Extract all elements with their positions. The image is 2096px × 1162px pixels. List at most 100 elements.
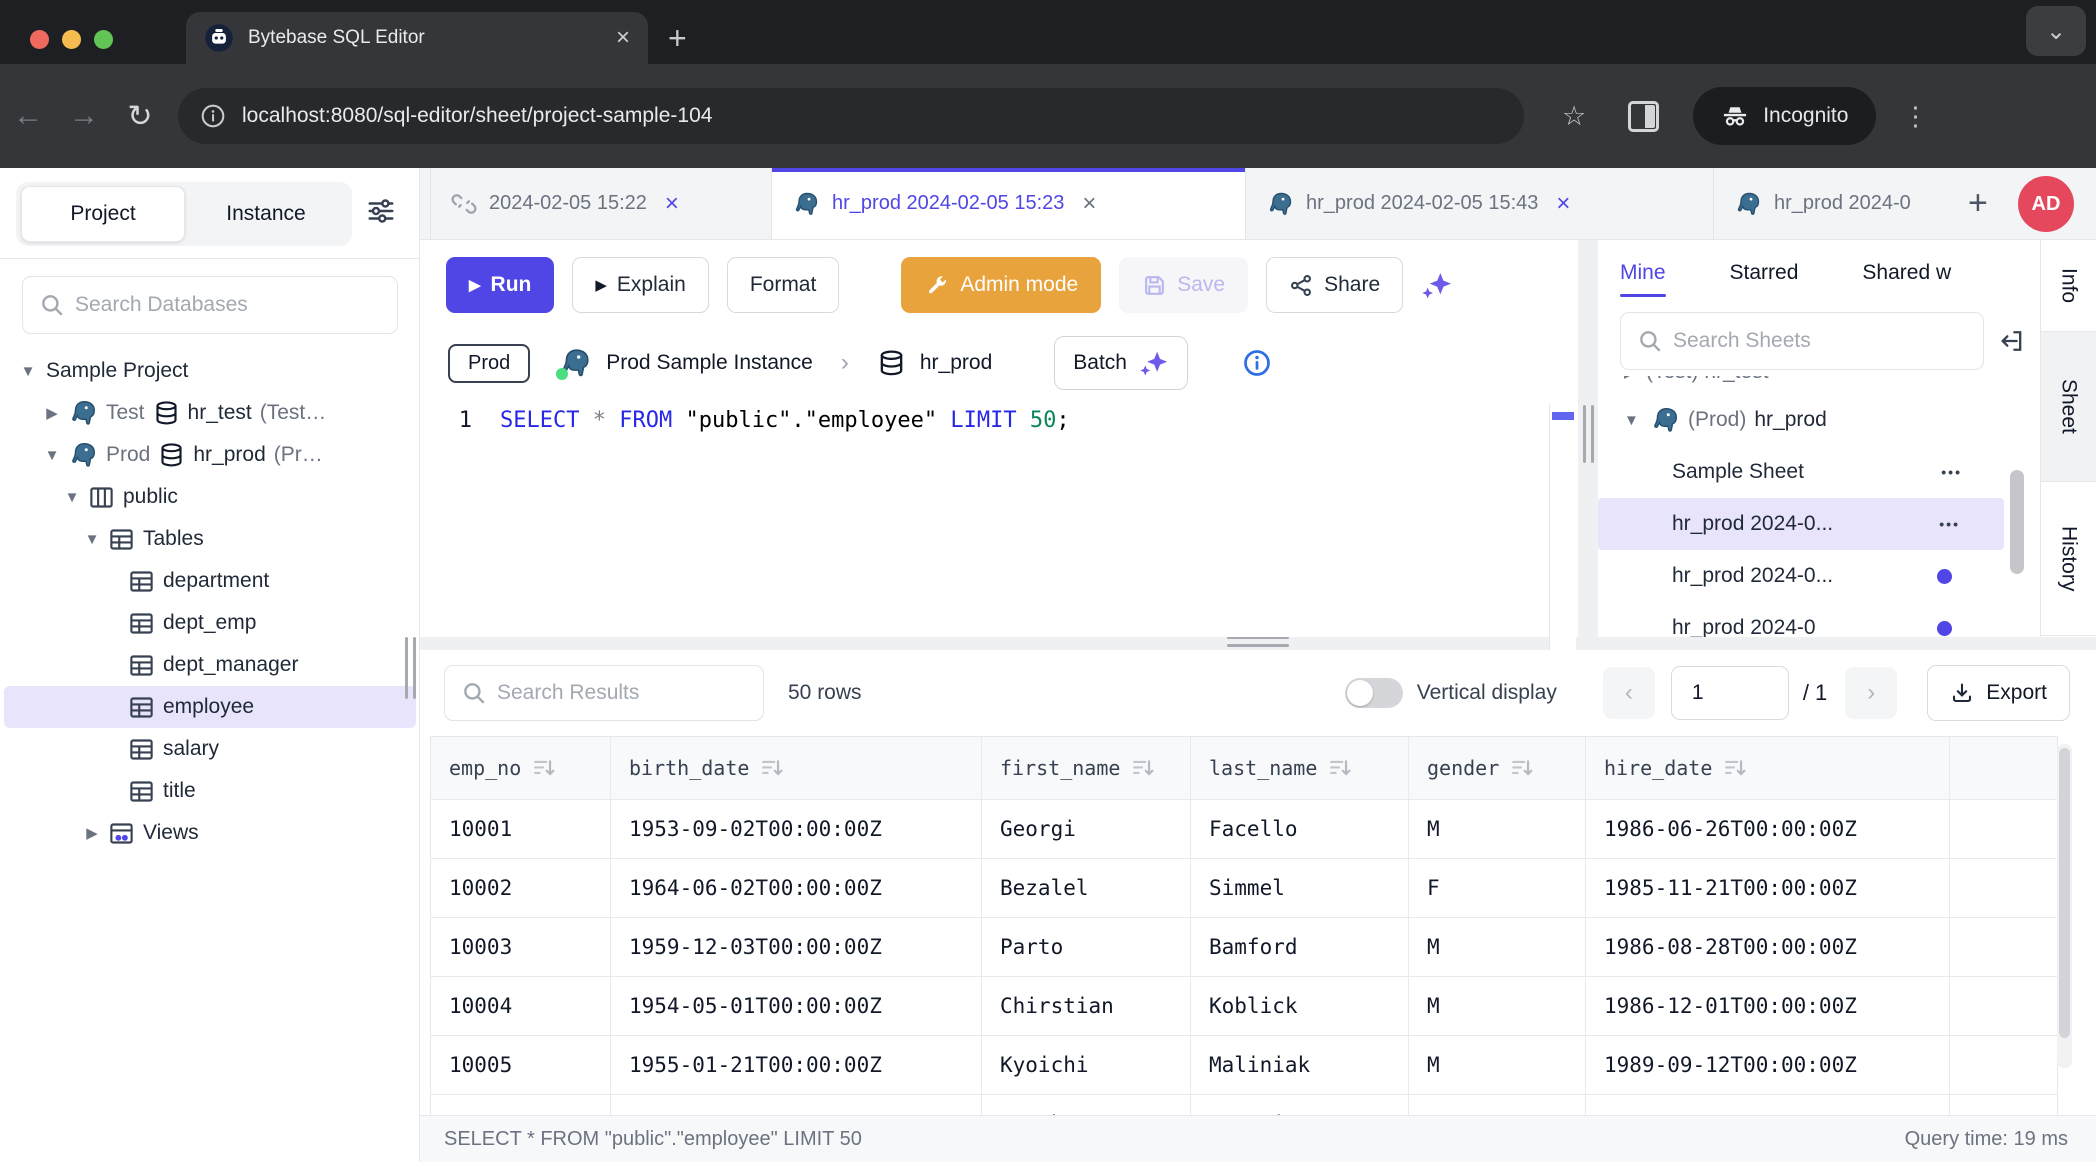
user-avatar[interactable]: AD — [2018, 176, 2074, 232]
cell[interactable]: Preusig — [1191, 1095, 1409, 1115]
cell[interactable]: 1953-04-20T00:00:00Z — [611, 1095, 982, 1115]
cell[interactable]: Georgi — [982, 800, 1191, 858]
worksheet-tab-1[interactable]: 2024-02-05 15:22 × — [430, 168, 772, 239]
cell[interactable]: 1989-09-12T00:00:00Z — [1586, 1036, 1950, 1094]
caret-down-icon[interactable]: ▼ — [42, 447, 62, 464]
browser-menu-icon[interactable]: ⋮ — [1902, 101, 1928, 132]
tab-history[interactable]: History — [2041, 482, 2096, 636]
drag-handle[interactable] — [1227, 636, 1289, 651]
cell[interactable]: Bamford — [1191, 918, 1409, 976]
sheet-search[interactable] — [1620, 312, 1984, 370]
close-tab-icon[interactable]: × — [1082, 190, 1096, 218]
cell[interactable]: 1989-06-02T00:00:00Z — [1586, 1095, 1950, 1115]
cell[interactable]: M — [1409, 918, 1586, 976]
cell[interactable]: Chirstian — [982, 977, 1191, 1035]
admin-mode-button[interactable]: Admin mode — [901, 257, 1101, 313]
cell[interactable]: 10006 — [431, 1095, 611, 1115]
tab-search-chevron-button[interactable]: ⌄ — [2026, 6, 2086, 56]
cell[interactable]: Parto — [982, 918, 1191, 976]
cell[interactable]: F — [1409, 859, 1586, 917]
tree-item-table-title[interactable]: title — [0, 770, 420, 812]
window-close-button[interactable] — [30, 30, 49, 49]
format-button[interactable]: Format — [727, 257, 840, 313]
sort-icon[interactable] — [1132, 757, 1154, 779]
caret-down-icon[interactable]: ▼ — [62, 489, 82, 506]
cell[interactable]: Anneke — [982, 1095, 1191, 1115]
browser-tab-close-icon[interactable]: × — [616, 26, 630, 50]
results-search[interactable] — [444, 665, 764, 721]
sidebar-resize-handle[interactable] — [405, 637, 420, 699]
column-header[interactable]: last_name — [1191, 737, 1409, 799]
table-row[interactable]: 100011953-09-02T00:00:00ZGeorgiFacelloM1… — [431, 800, 2057, 859]
ai-sparkle-icon[interactable] — [1421, 269, 1453, 301]
tab-info[interactable]: Info — [2041, 240, 2096, 332]
new-worksheet-button[interactable]: + — [1968, 184, 1988, 223]
caret-down-icon[interactable]: ▼ — [1624, 412, 1646, 429]
cell[interactable]: 1986-06-26T00:00:00Z — [1586, 800, 1950, 858]
worksheet-tab-3[interactable]: hr_prod 2024-02-05 15:43 × — [1246, 168, 1714, 239]
cell[interactable]: Bezalel — [982, 859, 1191, 917]
sheet-group-prod[interactable]: ▼ (Prod) hr_prod — [1598, 394, 2040, 446]
tree-item-table-dept-manager[interactable]: dept_manager — [0, 644, 420, 686]
caret-right-icon[interactable]: ▶ — [82, 824, 102, 842]
cell[interactable]: 10001 — [431, 800, 611, 858]
sheet-item-partial[interactable]: hr_prod 2024-0 — [1598, 602, 2040, 637]
sheet-search-input[interactable] — [1621, 313, 1983, 369]
sort-icon[interactable] — [1724, 757, 1746, 779]
cell[interactable]: 1959-12-03T00:00:00Z — [611, 918, 982, 976]
save-button[interactable]: Save — [1119, 257, 1248, 313]
column-header[interactable]: gender — [1409, 737, 1586, 799]
caret-right-icon[interactable]: ▶ — [42, 404, 62, 422]
worksheet-tab-4[interactable]: hr_prod 2024-0 — [1714, 168, 1954, 239]
sql-editor[interactable]: 1 SELECT * FROM "public"."employee" LIMI… — [420, 396, 1578, 637]
tab-instance[interactable]: Instance — [185, 187, 347, 241]
sheet-item-selected[interactable]: hr_prod 2024-0... ••• — [1598, 498, 2004, 550]
close-tab-icon[interactable]: × — [665, 190, 679, 218]
database-search[interactable] — [22, 276, 398, 334]
tab-sheet[interactable]: Sheet — [2041, 332, 2096, 482]
bookmark-star-icon[interactable]: ☆ — [1562, 101, 1586, 132]
run-button[interactable]: ▶ Run — [446, 257, 554, 313]
next-page-button[interactable]: › — [1845, 667, 1897, 719]
tree-item-table-salary[interactable]: salary — [0, 728, 420, 770]
cell[interactable]: 1986-12-01T00:00:00Z — [1586, 977, 1950, 1035]
column-header[interactable]: first_name — [982, 737, 1191, 799]
tab-shared[interactable]: Shared w — [1862, 245, 1951, 301]
url-bar[interactable]: localhost:8080/sql-editor/sheet/project-… — [178, 88, 1524, 144]
share-button[interactable]: Share — [1266, 257, 1403, 313]
table-row[interactable]: 100031959-12-03T00:00:00ZPartoBamfordM19… — [431, 918, 2057, 977]
tree-item-table-dept-emp[interactable]: dept_emp — [0, 602, 420, 644]
caret-down-icon[interactable]: ▼ — [18, 363, 38, 380]
column-header[interactable]: emp_no — [431, 737, 611, 799]
reload-icon[interactable]: ↻ — [112, 99, 168, 134]
sort-icon[interactable] — [1511, 757, 1533, 779]
tree-item-database-prod[interactable]: ▼ Prod hr_prod (Pr… — [0, 434, 420, 476]
sort-icon[interactable] — [761, 757, 783, 779]
cell[interactable]: Koblick — [1191, 977, 1409, 1035]
prev-page-button[interactable]: ‹ — [1603, 667, 1655, 719]
tab-project[interactable]: Project — [21, 186, 185, 242]
environment-chip[interactable]: Prod — [448, 344, 530, 383]
sheet-item-unsaved[interactable]: hr_prod 2024-0... — [1598, 550, 2040, 602]
table-row[interactable]: 100051955-01-21T00:00:00ZKyoichiMaliniak… — [431, 1036, 2057, 1095]
sheet-group-partial[interactable]: ▶(Test) hr_test — [1598, 376, 2040, 394]
cell[interactable]: 10005 — [431, 1036, 611, 1094]
cell[interactable]: Kyoichi — [982, 1036, 1191, 1094]
cell[interactable]: 10003 — [431, 918, 611, 976]
cell[interactable]: 10002 — [431, 859, 611, 917]
tab-starred[interactable]: Starred — [1730, 245, 1799, 301]
table-row[interactable]: 100041954-05-01T00:00:00ZChirstianKoblic… — [431, 977, 2057, 1036]
cell[interactable]: 1955-01-21T00:00:00Z — [611, 1036, 982, 1094]
database-search-input[interactable] — [23, 277, 397, 333]
instance-name[interactable]: Prod Sample Instance — [606, 351, 813, 375]
results-resize-divider[interactable] — [420, 637, 2096, 650]
more-menu-icon[interactable]: ••• — [1939, 516, 1960, 532]
batch-button[interactable]: Batch — [1054, 336, 1188, 390]
back-icon[interactable]: ← — [0, 99, 56, 133]
cell[interactable]: M — [1409, 1036, 1586, 1094]
import-sheet-icon[interactable] — [1998, 327, 2026, 355]
cell[interactable]: M — [1409, 977, 1586, 1035]
tree-item-schema-public[interactable]: ▼ public — [0, 476, 420, 518]
vertical-display-toggle[interactable] — [1345, 678, 1403, 708]
sort-icon[interactable] — [1329, 757, 1351, 779]
